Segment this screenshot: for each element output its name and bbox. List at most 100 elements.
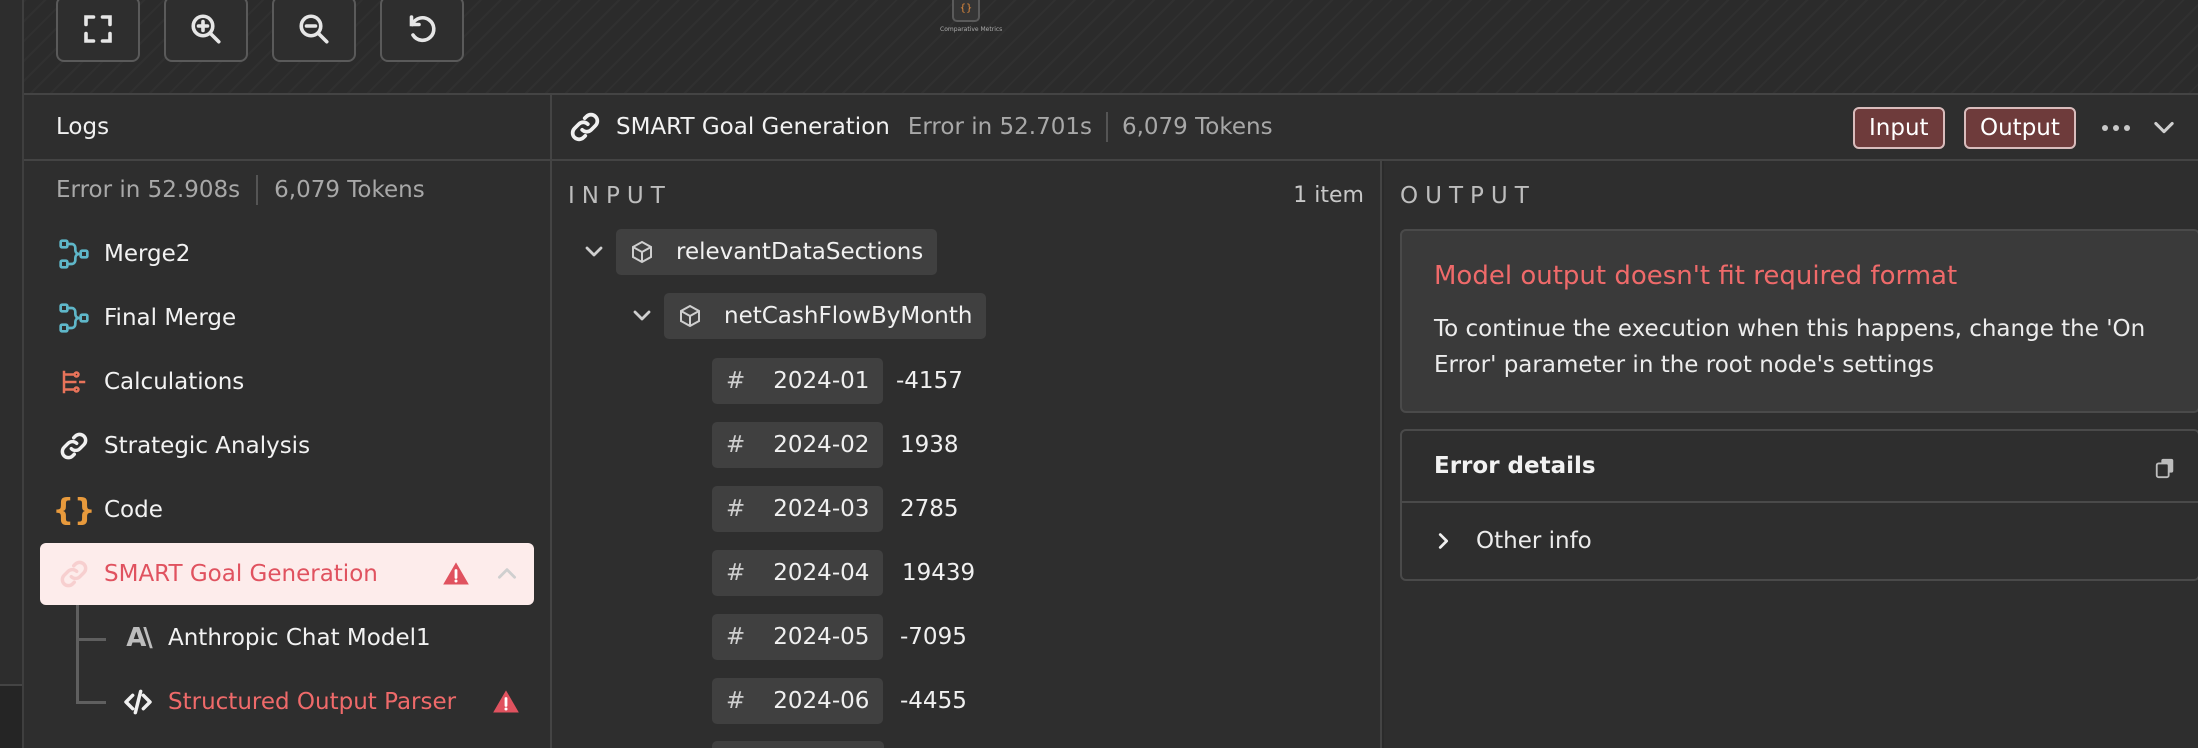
logs-title: Logs	[24, 95, 550, 161]
zoom-out-icon	[299, 14, 329, 44]
code-braces-icon: {}	[52, 492, 96, 528]
log-item-strategic-analysis[interactable]: Strategic Analysis	[40, 415, 534, 477]
output-section-label: OUTPUT	[1400, 183, 1536, 209]
log-item-label: Strategic Analysis	[104, 433, 311, 459]
error-description: To continue the execution when this happ…	[1434, 316, 2146, 378]
cube-icon	[632, 240, 652, 264]
input-section-label: INPUT	[568, 183, 672, 209]
logs-panel: Logs Error in 52.908s 6,079 Tokens Merge…	[24, 95, 552, 748]
node-detail-header: SMART Goal Generation Error in 52.701s 6…	[552, 95, 2198, 161]
calculations-icon	[56, 364, 92, 400]
json-key-object[interactable]: netCashFlowByMonth	[664, 293, 987, 339]
log-item-label: Structured Output Parser	[168, 689, 457, 715]
chevron-down-icon[interactable]	[2150, 113, 2178, 141]
left-edge-lower	[0, 684, 22, 748]
code-braces-icon: {}	[952, 0, 980, 22]
json-value: -7095	[900, 624, 967, 650]
output-panel: OUTPUT Model output doesn't fit required…	[1384, 161, 2198, 748]
log-item-code[interactable]: {} Code	[40, 479, 534, 541]
json-key-label: 2024-03	[773, 496, 870, 522]
link-icon	[56, 428, 92, 464]
hash-icon: #	[726, 432, 746, 458]
log-item-structured-output-parser[interactable]: Structured Output Parser	[40, 671, 534, 733]
chevron-up-icon[interactable]	[494, 561, 520, 587]
merge-icon	[56, 236, 92, 272]
json-key-number[interactable]: # 2024-02	[712, 422, 884, 468]
workflow-canvas[interactable]: {} Comparative Metrics	[24, 0, 2198, 95]
canvas-node-label: Comparative Metrics	[940, 26, 1003, 33]
divider	[1105, 112, 1108, 142]
link-icon	[56, 556, 92, 592]
json-key-label: 2024-02	[773, 432, 870, 458]
more-options-icon[interactable]	[2102, 115, 2130, 141]
node-tokens: 6,079 Tokens	[1121, 114, 1273, 140]
chevron-down-icon[interactable]	[630, 303, 654, 327]
json-key-label: 2024-06	[773, 688, 870, 714]
zoom-in-button[interactable]	[164, 0, 248, 62]
other-info-label: Other info	[1476, 528, 1592, 554]
log-item-label: Calculations	[104, 369, 245, 395]
error-details-header: Error details	[1402, 431, 2198, 503]
other-info-toggle[interactable]: Other info	[1402, 503, 2198, 579]
hash-icon: #	[726, 624, 746, 650]
undo-icon	[409, 15, 436, 43]
item-count: 1 item	[1293, 183, 1364, 208]
json-key-object[interactable]: relevantDataSections	[616, 229, 938, 275]
json-key-label: netCashFlowByMonth	[724, 303, 973, 329]
anthropic-icon: A\	[126, 623, 153, 653]
log-item-label: Code	[104, 497, 163, 523]
log-item-final-merge[interactable]: Final Merge	[40, 287, 534, 349]
logs-status: Error in 52.908s	[56, 177, 241, 203]
json-key-number[interactable]: # 2024-04	[712, 550, 884, 596]
copy-icon[interactable]	[2154, 457, 2176, 479]
input-toggle-button[interactable]: Input	[1853, 107, 1945, 149]
error-details-box: Error details Other info	[1400, 429, 2198, 581]
input-panel: INPUT 1 item relevantDataSections netCas…	[552, 161, 1382, 748]
app-root: {} Comparative Metrics Logs Error in 52.…	[0, 0, 2198, 748]
json-key-label: 2024-01	[773, 368, 870, 394]
log-item-label: SMART Goal Generation	[104, 561, 378, 587]
json-value: 1938	[900, 432, 959, 458]
reset-zoom-button[interactable]	[380, 0, 464, 62]
node-status: Error in 52.701s	[907, 114, 1092, 140]
json-key-number[interactable]: # 2024-05	[712, 614, 884, 660]
canvas-node-comparative-metrics[interactable]: {} Comparative Metrics	[940, 0, 1003, 36]
hash-icon: #	[726, 368, 746, 394]
json-key-label: 2024-05	[773, 624, 870, 650]
log-item-smart-goal-generation[interactable]: SMART Goal Generation	[40, 543, 534, 605]
cube-icon	[680, 304, 700, 328]
logs-tokens: 6,079 Tokens	[274, 177, 425, 203]
log-item-label: Merge2	[104, 241, 191, 267]
output-toggle-button[interactable]: Output	[1964, 107, 2076, 149]
json-value: -4455	[900, 688, 967, 714]
warning-icon	[443, 562, 469, 585]
json-key-label: 2024-04	[773, 560, 870, 586]
json-value: 19439	[902, 560, 976, 586]
chevron-right-icon	[1438, 533, 1449, 549]
log-item-label: Anthropic Chat Model1	[168, 625, 431, 651]
json-key-label: relevantDataSections	[676, 239, 924, 265]
json-key-number[interactable]: # 2024-06	[712, 678, 884, 724]
node-title: SMART Goal Generation	[616, 114, 890, 140]
log-item-label: Final Merge	[104, 305, 237, 331]
zoom-in-icon	[191, 14, 221, 44]
json-value: -4157	[896, 368, 963, 394]
chevron-down-icon[interactable]	[582, 239, 606, 263]
zoom-out-button[interactable]	[272, 0, 356, 62]
error-message-box: Model output doesn't fit required format…	[1400, 229, 2198, 413]
fit-view-button[interactable]	[56, 0, 140, 62]
log-item-merge2[interactable]: Merge2	[40, 223, 534, 285]
link-icon	[570, 112, 600, 142]
fullscreen-icon	[84, 15, 112, 43]
log-item-calculations[interactable]: Calculations	[40, 351, 534, 413]
logs-stats: Error in 52.908s 6,079 Tokens	[24, 161, 550, 219]
hash-icon: #	[726, 688, 746, 714]
json-key-number[interactable]: # 2024-03	[712, 486, 884, 532]
json-key-number[interactable]: # 2024-01	[712, 358, 884, 404]
merge-icon	[56, 300, 92, 336]
divider	[256, 175, 259, 205]
log-item-anthropic-chat-model1[interactable]: A\ Anthropic Chat Model1	[40, 607, 534, 669]
json-value: 2785	[900, 496, 959, 522]
left-edge-strip	[0, 0, 24, 748]
json-key-number[interactable]	[712, 741, 884, 748]
